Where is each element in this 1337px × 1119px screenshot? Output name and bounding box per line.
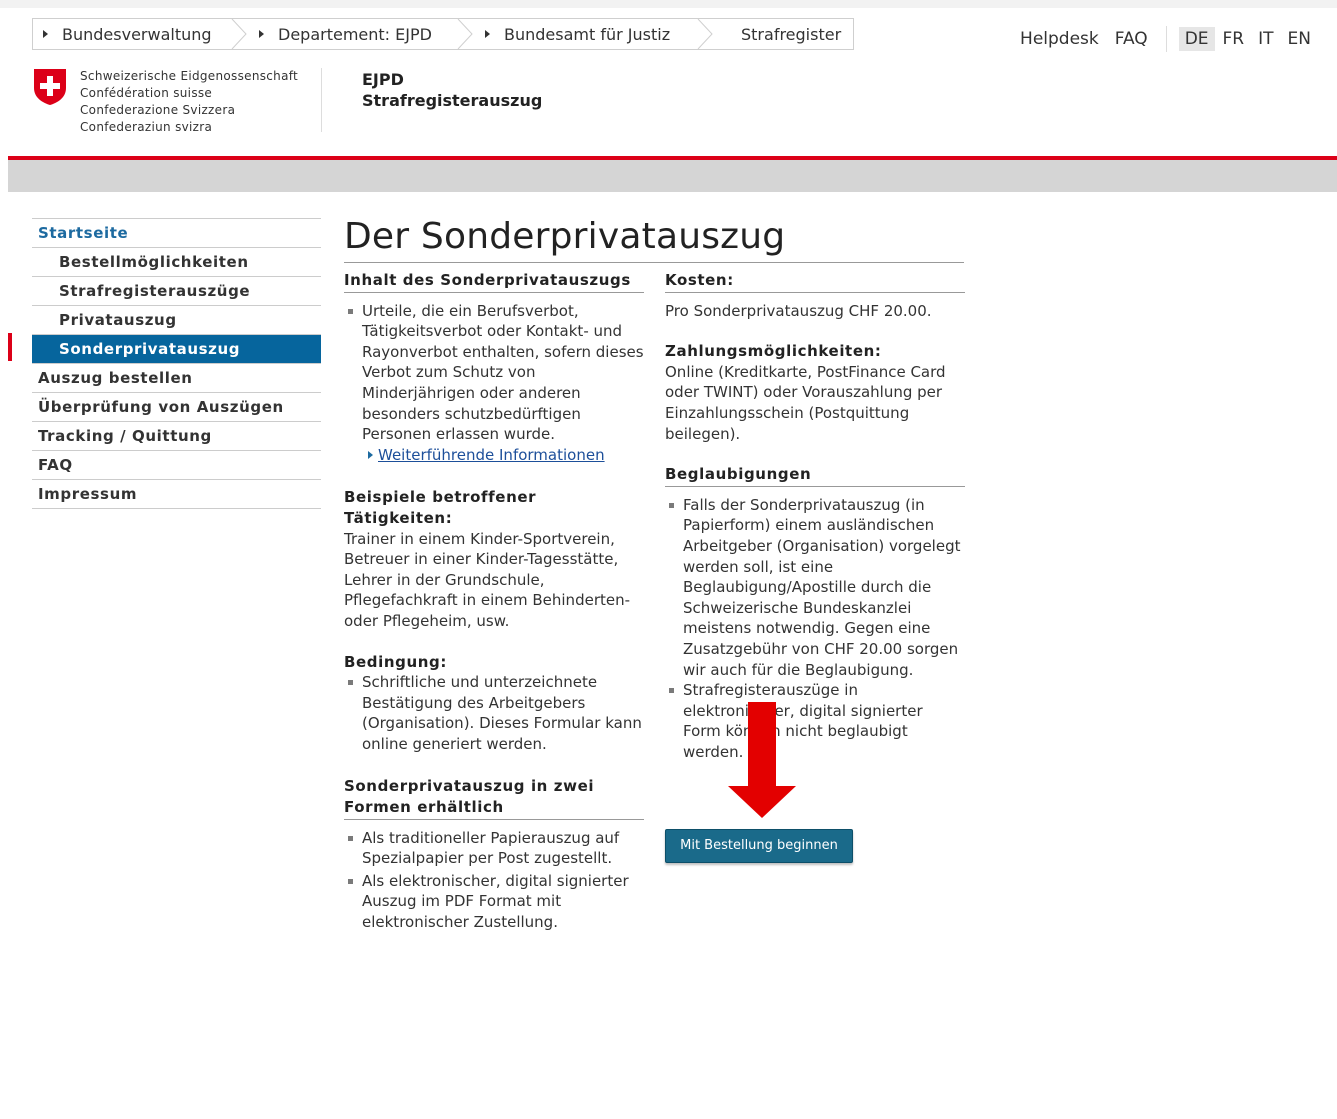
bedingung-list: Schriftliche und unterzeichnete Bestätig… [344,672,644,754]
caret-right-icon [368,450,373,459]
sidebar-item-ueberpruefung[interactable]: Überprüfung von Auszügen [32,393,321,422]
list-item: Strafregisterauszüge in elektronischer, … [665,680,965,762]
department-title: EJPD Strafregisterauszug [362,69,542,111]
section-heading-zahlung: Zahlungsmöglichkeiten: [665,342,882,361]
top-shade [0,0,1337,8]
sidebar-item-strafregisterauszuege[interactable]: Strafregisterauszüge [32,277,321,306]
sidebar-item-tracking[interactable]: Tracking / Quittung [32,422,321,451]
content-column-left: Inhalt des Sonderprivatauszugs Urteile, … [344,270,644,933]
sidebar-item-startseite[interactable]: Startseite [32,219,321,248]
section-heading-kosten: Kosten: [665,270,965,293]
header-divider [321,68,322,132]
breadcrumb-label: Departement: EJPD [278,24,432,44]
faq-link[interactable]: FAQ [1115,29,1148,49]
breadcrumb-label: Bundesverwaltung [62,24,212,44]
breadcrumb-label: Bundesamt für Justiz [504,24,671,44]
formen-list: Als traditioneller Papierauszug auf Spez… [344,828,644,933]
confederation-name-rm: Confederaziun svizra [80,120,213,134]
zahlung-text: Online (Kreditkarte, PostFinance Card od… [665,362,946,443]
caret-right-icon [259,30,264,38]
list-item: Schriftliche und unterzeichnete Bestätig… [344,672,644,754]
section-heading-bedingung: Bedingung: [344,652,447,671]
sidebar-item-privatauszug[interactable]: Privatauszug [32,306,321,335]
beglaubigungen-list: Falls der Sonderprivatauszug (in Papierf… [665,495,965,763]
sidebar-nav: Startseite Bestellmöglichkeiten Strafreg… [32,218,321,509]
sidebar-item-faq[interactable]: FAQ [32,451,321,480]
nav-bar [8,160,1337,192]
section-heading-inhalt: Inhalt des Sonderprivatauszugs [344,270,644,293]
start-order-button[interactable]: Mit Bestellung beginnen [665,829,853,863]
language-en[interactable]: EN [1282,27,1317,51]
application-name: Strafregisterauszug [362,91,543,110]
confederation-names: Schweizerische Eidgenossenschaft Confédé… [80,68,298,136]
confederation-name-it: Confederazione Svizzera [80,103,236,117]
breadcrumb-item-departement[interactable]: Departement: EJPD [249,19,475,49]
section-heading-beispiele: Beispiele betroffener Tätigkeiten: [344,488,537,527]
beispiele-text: Trainer in einem Kinder-Sportverein, Bet… [344,529,631,630]
sidebar-item-sonderprivatauszug[interactable]: Sonderprivatauszug [32,335,321,364]
swiss-coat-of-arms-icon[interactable] [33,68,67,106]
confederation-name-de: Schweizerische Eidgenossenschaft [80,69,299,83]
language-fr[interactable]: FR [1217,27,1251,51]
more-info-link-label: Weiterführende Informationen [378,445,605,464]
breadcrumb: Bundesverwaltung Departement: EJPD Bunde… [32,18,855,50]
breadcrumb-label: Strafregister [741,24,842,44]
caret-right-icon [485,30,490,38]
breadcrumb-separator [697,19,713,49]
active-nav-marker [8,333,12,361]
breadcrumb-item-bundesamt[interactable]: Bundesamt für Justiz [475,19,715,49]
breadcrumb-separator [457,19,473,49]
divider [1165,26,1167,52]
page-title: Der Sonderprivatauszug [344,216,964,263]
kosten-text: Pro Sonderprivatauszug CHF 20.00. [665,301,932,320]
more-info-link[interactable]: Weiterführende Informationen [344,445,644,466]
language-de[interactable]: DE [1178,27,1215,51]
breadcrumb-item-bundesverwaltung[interactable]: Bundesverwaltung [33,19,249,49]
list-item: Als traditioneller Papierauszug auf Spez… [344,828,644,869]
department-short: EJPD [362,70,404,89]
confederation-name-fr: Confédération suisse [80,86,213,100]
list-item: Urteile, die ein Berufsverbot, Tätigkeit… [344,301,644,445]
content-column-right: Kosten: Pro Sonderprivatauszug CHF 20.00… [665,270,965,762]
top-links: Helpdesk FAQ DE FR IT EN [1004,26,1317,52]
inhalt-list: Urteile, die ein Berufsverbot, Tätigkeit… [344,301,644,445]
list-item: Falls der Sonderprivatauszug (in Papierf… [665,495,965,680]
section-heading-formen: Sonderprivatauszug in zwei Formen erhält… [344,776,644,820]
section-heading-beglaubigungen: Beglaubigungen [665,464,965,487]
arrow-down-icon [728,702,796,818]
list-item: Als elektronischer, digital signierter A… [344,871,644,933]
sidebar-item-auszug-bestellen[interactable]: Auszug bestellen [32,364,321,393]
breadcrumb-item-strafregister[interactable]: Strafregister [715,19,853,49]
caret-right-icon [43,30,48,38]
sidebar-item-impressum[interactable]: Impressum [32,480,321,509]
sidebar-item-bestellmoeglichkeiten[interactable]: Bestellmöglichkeiten [32,248,321,277]
helpdesk-link[interactable]: Helpdesk [1020,29,1099,49]
breadcrumb-separator [231,19,247,49]
language-it[interactable]: IT [1252,27,1279,51]
